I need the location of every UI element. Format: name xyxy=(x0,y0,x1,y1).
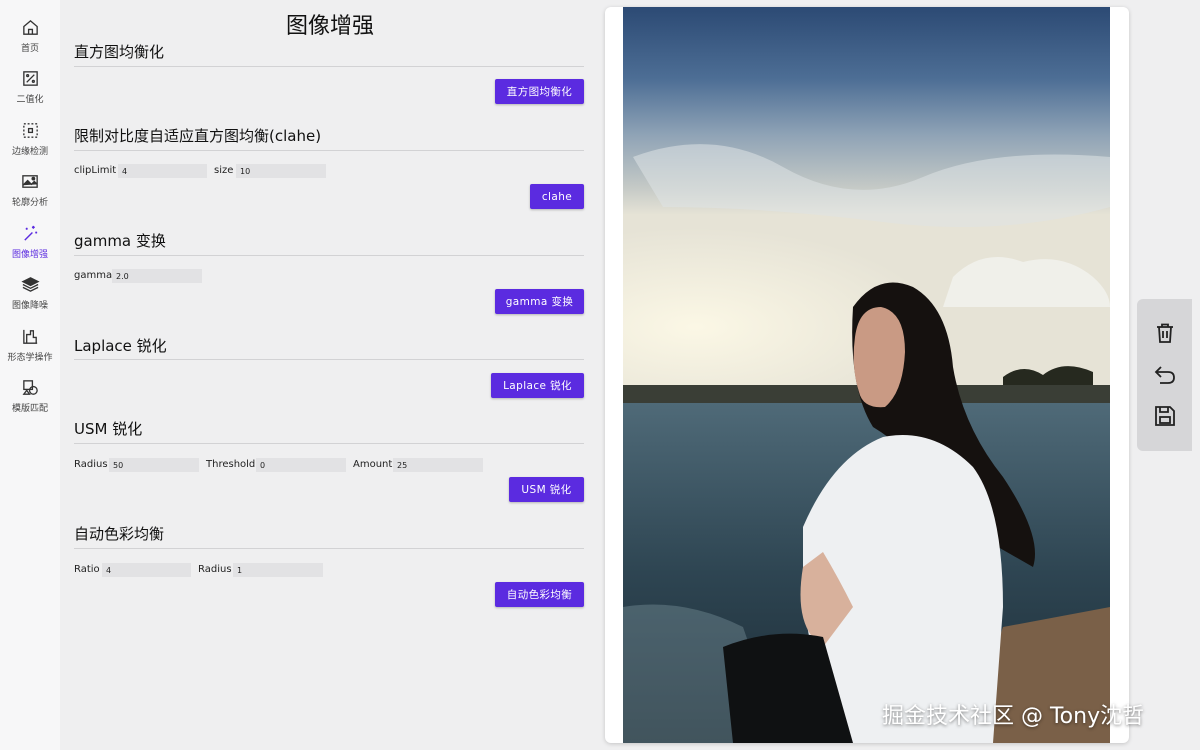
usm-amount-input[interactable] xyxy=(393,458,483,472)
sidebar-item-home[interactable]: 首页 xyxy=(0,12,60,64)
sidebar-item-label: 首页 xyxy=(20,44,39,54)
usm-threshold-input[interactable] xyxy=(256,458,346,472)
acb-ratio-input[interactable] xyxy=(102,563,191,577)
acb-ratio-label: Ratio xyxy=(74,564,100,575)
trash-icon xyxy=(1157,323,1173,343)
chart-shape-icon xyxy=(22,329,37,344)
sidebar-item-label: 图像降噪 xyxy=(11,301,48,311)
usm-button[interactable]: USM 锐化 xyxy=(509,477,584,502)
sidebar-item-label: 模版匹配 xyxy=(11,404,48,414)
layers-icon xyxy=(20,277,40,292)
sidebar-item-denoise[interactable]: 图像降噪 xyxy=(0,269,60,321)
acb-radius-input[interactable] xyxy=(233,563,323,577)
section-title-clahe: 限制对比度自适应直方图均衡(clahe) xyxy=(74,127,322,145)
tool-panel xyxy=(1137,299,1192,451)
page-title: 图像增强 xyxy=(285,14,374,39)
image-preview-card xyxy=(605,7,1129,743)
divider xyxy=(74,443,584,444)
usm-threshold-label: Threshold xyxy=(206,459,256,470)
dashed-box-icon xyxy=(22,123,38,138)
sidebar-item-label: 形态学操作 xyxy=(7,353,53,363)
hist-eq-button[interactable]: 直方图均衡化 xyxy=(495,79,584,104)
divider xyxy=(74,359,584,360)
sidebar-item-label: 二值化 xyxy=(16,95,44,105)
section-title-gamma: gamma 变换 xyxy=(74,232,166,250)
sidebar-item-label: 轮廓分析 xyxy=(11,198,48,208)
watermark-text: 掘金技术社区 @ Tony沈哲 xyxy=(882,704,1145,729)
size-input[interactable] xyxy=(236,164,326,178)
laplace-button[interactable]: Laplace 锐化 xyxy=(491,373,584,398)
clahe-button[interactable]: clahe xyxy=(530,184,584,209)
delete-button[interactable] xyxy=(1152,320,1178,346)
preview-photo xyxy=(623,7,1110,743)
percent-box-icon xyxy=(22,71,38,86)
usm-radius-input[interactable] xyxy=(109,458,199,472)
usm-amount-label: Amount xyxy=(353,459,393,470)
section-title-hist-eq: 直方图均衡化 xyxy=(74,43,165,61)
sidebar: 首页 二值化 边缘检测 轮廓分析 图像增强 图像降噪 形态学操作 模版匹配 xyxy=(0,0,60,750)
acb-button[interactable]: 自动色彩均衡 xyxy=(495,582,584,607)
image-edit-icon xyxy=(21,175,38,188)
sidebar-item-morphology[interactable]: 形态学操作 xyxy=(0,321,60,373)
usm-radius-label: Radius xyxy=(74,459,108,470)
divider xyxy=(74,66,584,67)
sidebar-item-enhance[interactable]: 图像增强 xyxy=(0,218,60,270)
section-title-laplace: Laplace 锐化 xyxy=(74,337,167,355)
acb-radius-label: Radius xyxy=(198,564,232,575)
undo-icon xyxy=(1154,366,1175,384)
magic-wand-icon xyxy=(23,225,37,241)
divider xyxy=(74,255,584,256)
save-icon xyxy=(1155,406,1175,426)
sidebar-item-edge-detect[interactable]: 边缘检测 xyxy=(0,115,60,167)
home-icon xyxy=(22,19,38,35)
divider xyxy=(74,548,584,549)
undo-button[interactable] xyxy=(1152,361,1178,387)
cliplimit-input[interactable] xyxy=(118,164,207,178)
shapes-icon xyxy=(22,380,38,395)
gamma-input[interactable] xyxy=(112,269,202,283)
divider xyxy=(74,150,584,151)
gamma-button[interactable]: gamma 变换 xyxy=(495,289,584,314)
section-title-acb: 自动色彩均衡 xyxy=(74,525,165,543)
save-button[interactable] xyxy=(1152,403,1178,429)
sidebar-item-contour[interactable]: 轮廓分析 xyxy=(0,166,60,218)
section-title-usm: USM 锐化 xyxy=(74,420,143,438)
sidebar-item-label: 图像增强 xyxy=(11,250,48,260)
sidebar-item-label: 边缘检测 xyxy=(11,147,48,157)
gamma-label: gamma xyxy=(74,270,113,281)
sidebar-item-template-match[interactable]: 模版匹配 xyxy=(0,372,60,424)
cliplimit-label: clipLimit xyxy=(74,165,117,176)
sidebar-item-binarize[interactable]: 二值化 xyxy=(0,63,60,115)
size-label: size xyxy=(214,165,234,176)
